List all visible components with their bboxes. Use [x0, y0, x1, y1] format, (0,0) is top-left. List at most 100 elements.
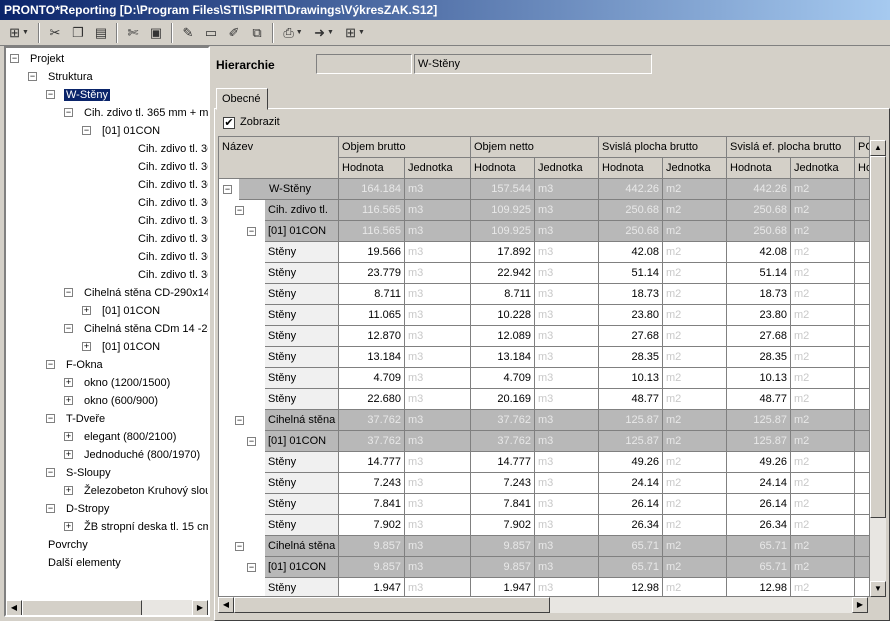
grid-value-cell[interactable]: 7.243	[339, 473, 405, 494]
grid-value-cell[interactable]: 22.680	[339, 389, 405, 410]
grid-value-cell[interactable]: 12.98	[727, 578, 791, 596]
grid-overflow-cell[interactable]	[855, 200, 869, 221]
grid-unit-cell[interactable]: m2	[663, 305, 727, 326]
collapse-icon[interactable]: −	[46, 468, 55, 477]
expand-icon[interactable]: +	[64, 396, 73, 405]
grid-unit-cell[interactable]: m3	[535, 368, 599, 389]
grid-unit-cell[interactable]: m2	[663, 494, 727, 515]
grid-value-cell[interactable]: 26.34	[727, 515, 791, 536]
collapse-icon[interactable]: −	[64, 108, 73, 117]
grid-value-cell[interactable]: 7.841	[471, 494, 535, 515]
grid-overflow-cell[interactable]	[855, 347, 869, 368]
grid-unit-cell[interactable]: m3	[405, 284, 471, 305]
export-icon[interactable]: ➜ ▼	[309, 22, 339, 44]
grid-unit-cell[interactable]: m2	[663, 515, 727, 536]
grid-unit-cell[interactable]: m2	[663, 536, 727, 557]
grid-value-cell[interactable]: 109.925	[471, 221, 535, 242]
collapse-icon[interactable]: −	[247, 563, 256, 572]
grid-value-cell[interactable]: 11.065	[339, 305, 405, 326]
grid-value-cell[interactable]: 24.14	[727, 473, 791, 494]
grid-unit-cell[interactable]: m2	[663, 578, 727, 596]
grid-unit-cell[interactable]: m2	[791, 263, 855, 284]
grid-value-cell[interactable]: 1.947	[471, 578, 535, 596]
grid-unit-cell[interactable]: m2	[663, 557, 727, 578]
grid-unit-cell[interactable]: m2	[663, 179, 727, 200]
grid-value-cell[interactable]: 18.73	[727, 284, 791, 305]
grid-value-cell[interactable]: 14.777	[471, 452, 535, 473]
grid-unit-cell[interactable]: m3	[405, 536, 471, 557]
expand-icon[interactable]: +	[64, 522, 73, 531]
grid-unit-cell[interactable]: m3	[535, 431, 599, 452]
grid-value-cell[interactable]: 28.35	[727, 347, 791, 368]
grid-unit-cell[interactable]: m3	[405, 452, 471, 473]
grid-unit-cell[interactable]: m2	[791, 452, 855, 473]
grid-unit-cell[interactable]: m3	[535, 263, 599, 284]
grid-unit-cell[interactable]: m2	[791, 515, 855, 536]
grid-value-cell[interactable]: 18.73	[599, 284, 663, 305]
grid-value-cell[interactable]: 65.71	[599, 557, 663, 578]
collapse-icon[interactable]: −	[235, 542, 244, 551]
grid-value-cell[interactable]: 9.857	[339, 557, 405, 578]
grid-overflow-cell[interactable]	[855, 515, 869, 536]
grid-value-cell[interactable]: 125.87	[727, 410, 791, 431]
grid-value-cell[interactable]: 9.857	[471, 557, 535, 578]
collapse-icon[interactable]: −	[82, 126, 91, 135]
grid-overflow-cell[interactable]	[855, 284, 869, 305]
grid-unit-cell[interactable]: m2	[663, 242, 727, 263]
grid-value-cell[interactable]: 250.68	[727, 221, 791, 242]
grid-overflow-cell[interactable]	[855, 326, 869, 347]
tree-node-dvere[interactable]: T-Dveře	[66, 410, 105, 428]
grid-unit-cell[interactable]: m2	[663, 389, 727, 410]
tree-node-zelezobeton[interactable]: Železobeton Kruhový slou	[84, 482, 208, 500]
grid-unit-cell[interactable]: m3	[535, 494, 599, 515]
grid-overflow-cell[interactable]	[855, 389, 869, 410]
tree-node-cdm14[interactable]: Cihelná stěna CDm 14 -24	[84, 320, 208, 338]
grid-unit-cell[interactable]: m3	[405, 179, 471, 200]
grid-value-cell[interactable]: 10.13	[599, 368, 663, 389]
grid-unit-cell[interactable]: m3	[405, 200, 471, 221]
grid-unit-cell[interactable]: m3	[405, 305, 471, 326]
grid-unit-cell[interactable]: m2	[791, 494, 855, 515]
grid-value-cell[interactable]: 125.87	[727, 431, 791, 452]
grid-unit-cell[interactable]: m3	[535, 536, 599, 557]
tree-node-cd290[interactable]: Cihelná stěna CD-290x140	[84, 284, 208, 302]
hierarchy-value-field[interactable]: W-Stěny	[414, 54, 652, 74]
window-icon[interactable]: ▭	[200, 22, 222, 44]
expand-icon[interactable]: +	[82, 306, 91, 315]
grid-unit-cell[interactable]: m3	[405, 326, 471, 347]
grid-unit-cell[interactable]: m2	[663, 368, 727, 389]
grid-unit-cell[interactable]: m2	[791, 242, 855, 263]
grid-value-cell[interactable]: 157.544	[471, 179, 535, 200]
grid-unit-cell[interactable]: m2	[663, 284, 727, 305]
grid-unit-cell[interactable]: m3	[405, 263, 471, 284]
grid-value-cell[interactable]: 13.184	[471, 347, 535, 368]
grid-row-label[interactable]: [01] 01CON	[265, 431, 339, 452]
col-header-hodnota[interactable]: Hodnota	[727, 158, 791, 179]
collapse-icon[interactable]: −	[64, 288, 73, 297]
grid-value-cell[interactable]: 28.35	[599, 347, 663, 368]
grid-value-cell[interactable]: 27.68	[599, 326, 663, 347]
grid-value-cell[interactable]: 65.71	[727, 536, 791, 557]
tree-node-con3[interactable]: [01] 01CON	[102, 338, 160, 356]
grid-value-cell[interactable]: 10.13	[727, 368, 791, 389]
grid-unit-cell[interactable]: m2	[663, 410, 727, 431]
grid-value-cell[interactable]: 7.902	[339, 515, 405, 536]
scissors-icon[interactable]: ✄	[122, 22, 144, 44]
grid-row-label[interactable]: Stěny	[265, 326, 339, 347]
grid-value-cell[interactable]: 250.68	[727, 200, 791, 221]
group-header-next[interactable]: PC	[855, 137, 869, 158]
grid-unit-cell[interactable]: m3	[535, 242, 599, 263]
tree-node-projekt[interactable]: Projekt	[30, 50, 64, 68]
collapse-icon[interactable]: −	[28, 72, 37, 81]
grid-unit-cell[interactable]: m3	[405, 410, 471, 431]
tree-node-dalsi[interactable]: Další elementy	[48, 554, 121, 572]
grid-value-cell[interactable]: 125.87	[599, 410, 663, 431]
grid-value-cell[interactable]: 42.08	[727, 242, 791, 263]
col-header-next[interactable]: Ho	[855, 158, 869, 179]
grid-row-label[interactable]: Cihelná stěna	[265, 536, 339, 557]
grid-value-cell[interactable]: 48.77	[599, 389, 663, 410]
grid-row-label[interactable]: Stěny	[265, 494, 339, 515]
group-header-svisla-plocha[interactable]: Svislá plocha brutto	[599, 137, 727, 158]
tree-node-con1[interactable]: [01] 01CON	[102, 122, 160, 140]
grid-value-cell[interactable]: 42.08	[599, 242, 663, 263]
